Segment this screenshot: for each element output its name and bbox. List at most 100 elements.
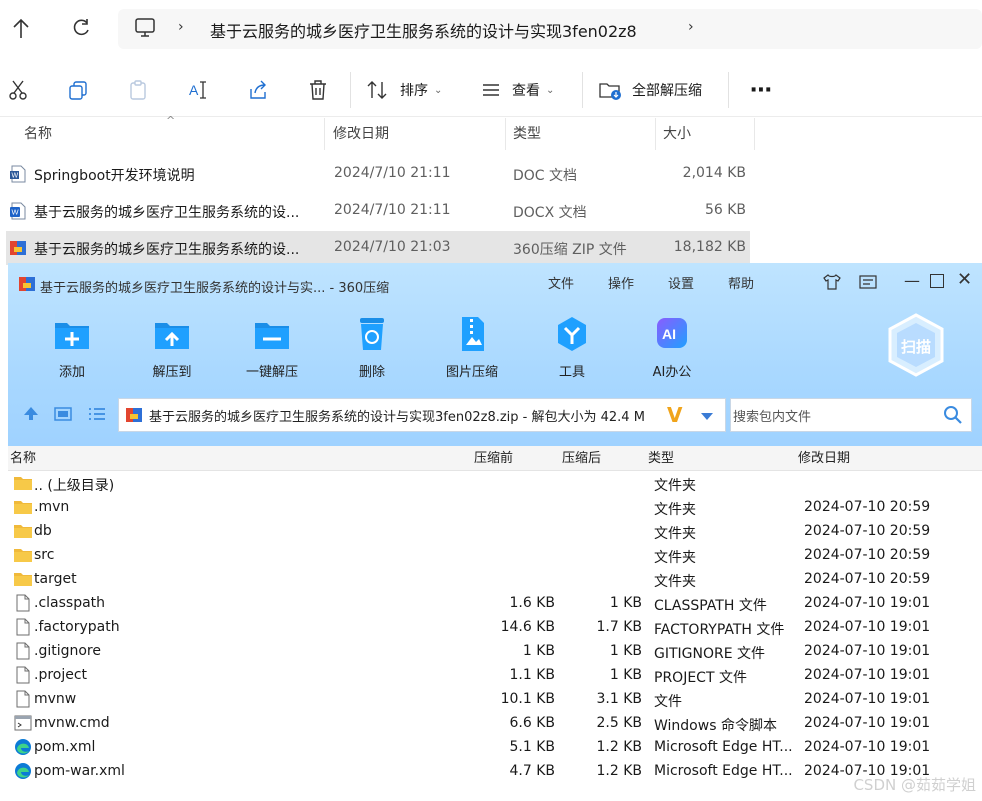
tool-one-click-extract-button[interactable]: 一键解压: [236, 311, 308, 381]
copy-icon[interactable]: [64, 70, 92, 110]
cut-icon[interactable]: [4, 70, 32, 110]
file-row-selected[interactable]: 基于云服务的城乡医疗卫生服务系统的设... 2024/7/10 21:03 36…: [6, 231, 750, 265]
delete-icon[interactable]: [304, 70, 332, 110]
tool-label: 解压到: [152, 365, 192, 380]
entry-name: .gitignore: [34, 643, 101, 659]
column-header-name[interactable]: 名称: [10, 448, 36, 470]
file-icon: [13, 666, 33, 684]
archive-entry-row[interactable]: mvnw.cmd 6.6 KB 2.5 KB Windows 命令脚本 2024-07-…: [8, 712, 982, 736]
entry-name: mvnw: [34, 691, 77, 707]
column-header-date[interactable]: 修改日期: [798, 448, 850, 470]
archive-entry-row[interactable]: src 文件夹 2024-07-10 20:59: [8, 544, 982, 568]
archive-entry-row[interactable]: .. (上级目录) 文件夹: [8, 472, 982, 496]
archive-entry-row[interactable]: .mvn 文件夹 2024-07-10 20:59: [8, 496, 982, 520]
archive-search-box[interactable]: 搜索包内文件: [730, 398, 972, 432]
archive-entry-row[interactable]: .gitignore 1 KB 1 KB GITIGNORE 文件 2024-07-10…: [8, 640, 982, 664]
scan-badge[interactable]: 扫描: [884, 311, 948, 381]
file-name: Springboot开发环境说明: [34, 168, 195, 184]
entry-size-before: 1.6 KB: [509, 595, 556, 611]
close-icon[interactable]: ✕: [957, 269, 972, 290]
file-type: DOC 文档: [513, 168, 578, 184]
view-button[interactable]: 查看 ⌄: [480, 70, 564, 110]
tool-delete-button[interactable]: 删除: [336, 311, 408, 381]
minimize-icon[interactable]: —: [904, 271, 920, 290]
archive-entry-row[interactable]: db 文件夹 2024-07-10 20:59: [8, 520, 982, 544]
vip-crown-icon[interactable]: V: [667, 403, 682, 427]
edge-icon: [13, 762, 33, 780]
tool-ai-office-button[interactable]: AI AI办公: [636, 311, 708, 381]
up-level-icon[interactable]: [22, 405, 40, 421]
column-header-date[interactable]: 修改日期: [333, 118, 389, 150]
column-header-before[interactable]: 压缩前: [474, 448, 513, 470]
folder-icon: [13, 546, 33, 564]
toolbar-bottom-divider: [0, 116, 982, 117]
entry-name: .project: [34, 667, 88, 683]
entry-size-before: 1.1 KB: [509, 667, 556, 683]
extract-all-button[interactable]: 全部解压缩: [598, 70, 718, 110]
archive-path-text: 基于云服务的城乡医疗卫生服务系统的设计与实现3fen02z8.zip - 解包大…: [149, 410, 645, 425]
zip-archive-icon: [10, 241, 26, 255]
more-options-icon[interactable]: ⋯: [746, 70, 776, 110]
column-header-size[interactable]: 大小: [663, 118, 691, 150]
rename-icon[interactable]: A: [184, 70, 212, 110]
search-input[interactable]: 搜索包内文件: [733, 406, 811, 425]
list-view-icon[interactable]: [88, 406, 106, 420]
search-icon[interactable]: [943, 405, 963, 429]
archive-entry-row[interactable]: .factorypath 14.6 KB 1.7 KB FACTORYPATH 文件 2…: [8, 616, 982, 640]
entry-date: 2024-07-10 20:59: [804, 523, 931, 539]
column-divider[interactable]: [754, 118, 755, 150]
tool-extract-to-button[interactable]: 解压到: [136, 311, 208, 381]
message-icon[interactable]: [858, 273, 878, 291]
breadcrumb[interactable]: 基于云服务的城乡医疗卫生服务系统的设计与实现3fen02z8: [210, 18, 637, 42]
archive-entry-row[interactable]: .project 1.1 KB 1 KB PROJECT 文件 2024-07-10 1…: [8, 664, 982, 688]
file-row[interactable]: W 基于云服务的城乡医疗卫生服务系统的设... 2024/7/10 21:11 …: [6, 194, 750, 228]
file-row[interactable]: W Springboot开发环境说明 2024/7/10 21:11 DOC 文…: [6, 157, 750, 191]
column-header-type[interactable]: 类型: [648, 448, 674, 470]
menu-file[interactable]: 文件: [548, 273, 574, 292]
archive-entry-row[interactable]: .classpath 1.6 KB 1 KB CLASSPATH 文件 2024-07-…: [8, 592, 982, 616]
maximize-icon[interactable]: [930, 274, 944, 288]
tool-label: 图片压缩: [445, 365, 498, 380]
entry-type: GITIGNORE 文件: [654, 646, 766, 662]
entry-type: 文件: [654, 694, 682, 710]
archive-path-bar[interactable]: 基于云服务的城乡医疗卫生服务系统的设计与实现3fen02z8.zip - 解包大…: [118, 398, 726, 432]
archive-entry-row[interactable]: pom.xml 5.1 KB 1.2 KB Microsoft Edge HT... 2…: [8, 736, 982, 760]
folder-icon: [13, 522, 33, 540]
entry-name: src: [34, 547, 55, 563]
skin-shirt-icon[interactable]: [822, 273, 842, 291]
sort-icon: [367, 81, 387, 99]
tool-add-button[interactable]: 添加: [36, 311, 108, 381]
entry-type: 文件夹: [654, 550, 696, 566]
archive-entry-row[interactable]: mvnw 10.1 KB 3.1 KB 文件 2024-07-10 19:01: [8, 688, 982, 712]
refresh-icon[interactable]: [70, 17, 92, 39]
paste-icon: [124, 70, 152, 110]
ai-office-icon: AI: [657, 318, 687, 348]
thumbnail-view-icon[interactable]: [54, 406, 72, 421]
tool-image-compress-button[interactable]: 图片压缩: [436, 311, 508, 381]
svg-text:AI: AI: [662, 326, 676, 342]
file-name: 基于云服务的城乡医疗卫生服务系统的设...: [34, 205, 300, 221]
column-header-after[interactable]: 压缩后: [562, 448, 601, 470]
column-divider[interactable]: [655, 118, 656, 150]
toolbar-divider: [350, 72, 351, 108]
column-header-name[interactable]: 名称: [24, 118, 52, 150]
menu-operation[interactable]: 操作: [608, 273, 634, 292]
column-divider[interactable]: [505, 118, 506, 150]
archive-entry-row[interactable]: target 文件夹 2024-07-10 20:59: [8, 568, 982, 592]
archive-entry-row[interactable]: pom-war.xml 4.7 KB 1.2 KB Microsoft Edge HT…: [8, 760, 982, 784]
dropdown-arrow-icon[interactable]: [699, 407, 715, 426]
up-arrow-icon[interactable]: [10, 16, 32, 42]
toolbar-divider: [728, 72, 729, 108]
tool-tools-button[interactable]: 工具: [536, 311, 608, 381]
menu-settings[interactable]: 设置: [668, 273, 694, 292]
cmd-script-icon: [13, 714, 33, 732]
column-header-type[interactable]: 类型: [513, 118, 541, 150]
entry-date: 2024-07-10 19:01: [804, 691, 931, 707]
file-date: 2024/7/10 21:03: [334, 239, 451, 255]
column-divider[interactable]: [324, 118, 325, 150]
chevron-right-icon[interactable]: ›: [688, 19, 694, 35]
sort-button[interactable]: 排序 ⌄: [366, 70, 450, 110]
menu-help[interactable]: 帮助: [728, 273, 754, 292]
share-icon[interactable]: [244, 70, 272, 110]
file-type: DOCX 文档: [513, 205, 587, 221]
